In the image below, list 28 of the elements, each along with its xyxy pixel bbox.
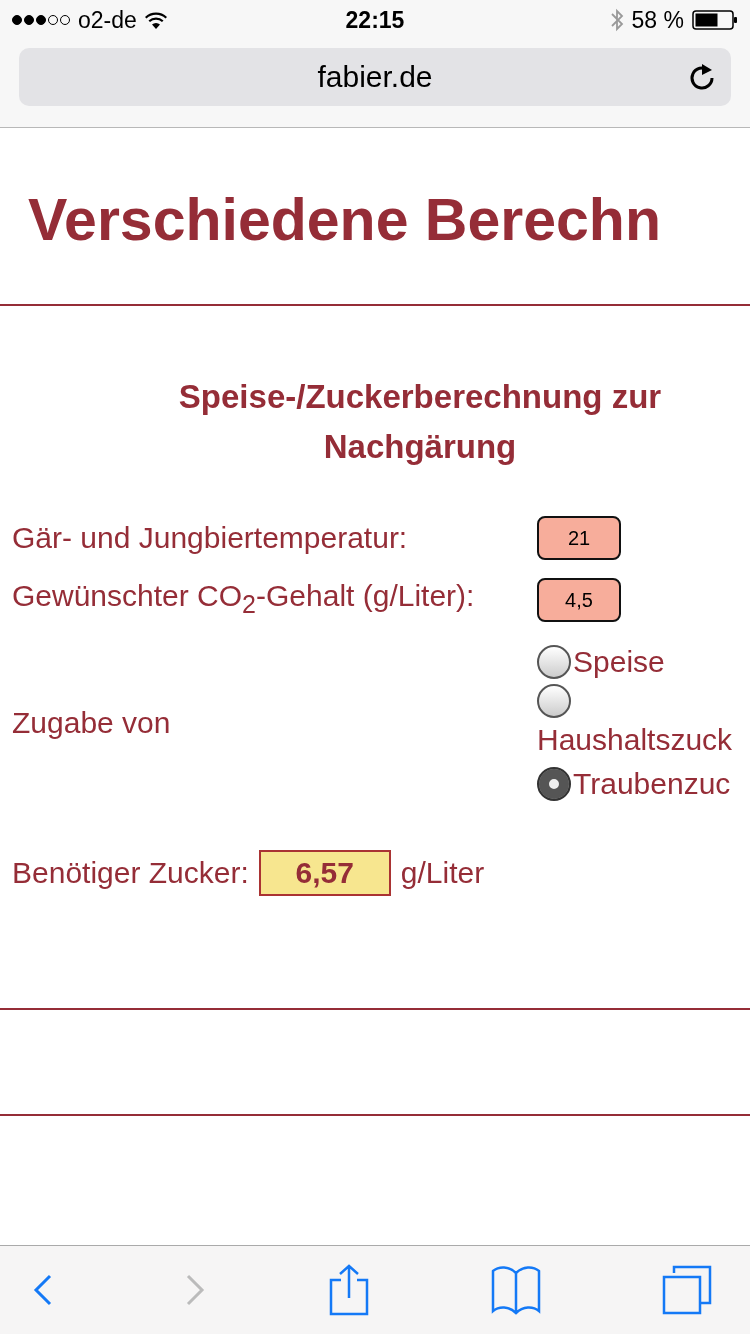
field-label: Gewünschter CO$_{2}$-Gehalt (g/Liter): [12,578,476,620]
tabs-icon[interactable] [662,1265,712,1315]
reload-icon[interactable] [688,61,716,91]
option-label[interactable]: Traubenzuc [573,762,731,806]
clock-time: 22:15 [345,6,405,34]
option-label[interactable]: Haushaltszuck [537,718,733,762]
url-text: fabier.de [317,60,433,94]
radio-button[interactable] [537,645,571,679]
field-label: Gär- und Jungbiertemperatur: [12,520,409,556]
field-label: Zugabe von [12,705,172,741]
radio-button[interactable] [537,684,571,718]
address-bar[interactable]: fabier.de [19,48,731,106]
result-value: 6,57 [258,850,391,896]
radio-button[interactable] [537,767,571,801]
number-field[interactable]: 4,5 [537,578,621,622]
battery-percent: 58 % [631,6,684,34]
wifi-icon [144,11,167,29]
bluetooth-icon [609,8,624,32]
number-field[interactable]: 21 [537,516,621,560]
section-heading: Speise-/Zuckerberechnung zur Nachgärung [177,377,663,467]
carrier-name: o2-de [78,6,137,34]
option-label[interactable]: Speise [573,640,665,684]
bookmarks-icon[interactable] [490,1265,541,1315]
page-title: Verschiedene Berechn [28,186,662,255]
battery-icon [692,10,738,30]
result-label: Benötiger Zucker: [12,856,249,890]
unit-label: g/Liter [400,856,485,890]
share-icon[interactable] [329,1264,369,1316]
